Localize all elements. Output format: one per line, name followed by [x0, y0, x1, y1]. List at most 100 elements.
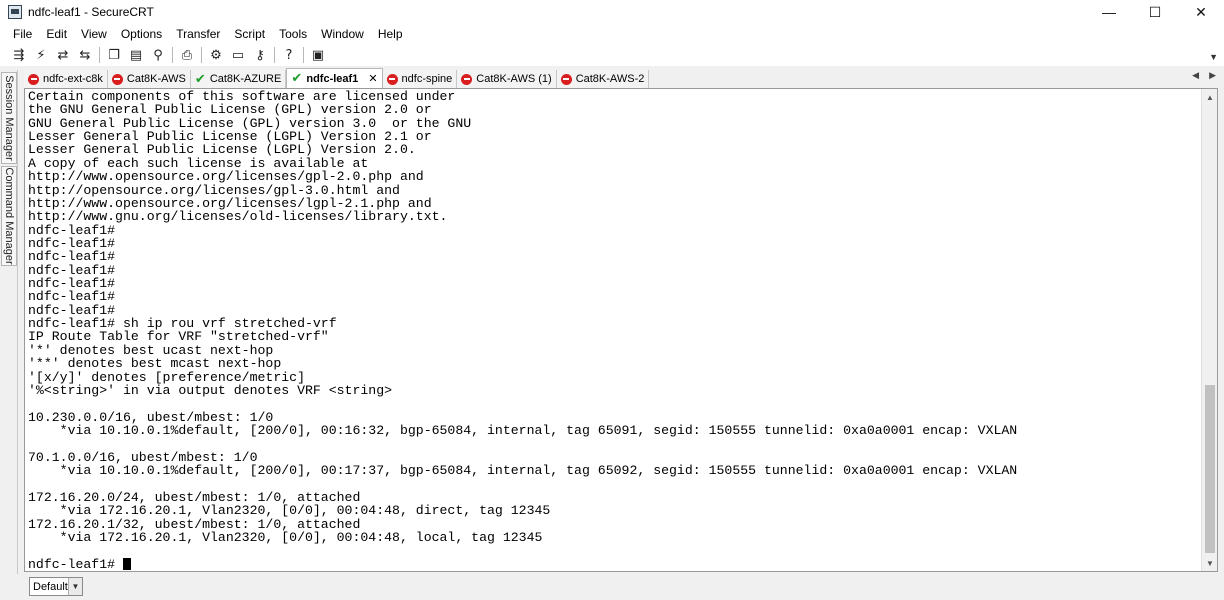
tab-label: Cat8K-AWS	[126, 73, 186, 85]
button-bar-select[interactable]: Default ▼	[29, 577, 83, 596]
window-controls: — ☐ ✕	[1086, 0, 1224, 24]
close-button[interactable]: ✕	[1178, 0, 1224, 24]
disconnected-icon	[461, 73, 473, 85]
menu-view[interactable]: View	[74, 24, 114, 44]
terminal-scrollbar[interactable]: ▲ ▼	[1201, 89, 1217, 571]
command-manager-tab[interactable]: Command Manager	[1, 166, 17, 266]
terminal-line: Lesser General Public License (LGPL) Ver…	[28, 142, 416, 158]
scrollbar-thumb[interactable]	[1205, 385, 1215, 553]
toolbar-separator	[201, 47, 202, 63]
manager-sidebar: Session Manager Command Manager	[0, 70, 18, 578]
minimize-button[interactable]: —	[1086, 0, 1132, 24]
command-manager-label: Command Manager	[3, 167, 15, 265]
settings-icon[interactable]: ⚙	[205, 45, 227, 65]
toolbar-separator	[99, 47, 100, 63]
status-bar: Default ▼	[0, 574, 1224, 600]
terminal-line: '[x/y]' denotes [preference/metric]	[28, 369, 305, 385]
tab-cat8k-aws-2[interactable]: Cat8K-AWS-2	[556, 70, 650, 88]
session-manager-tab[interactable]: Session Manager	[1, 72, 17, 164]
print-icon[interactable]: ⎙	[176, 45, 198, 65]
menu-window[interactable]: Window	[314, 24, 371, 44]
toolbar-separator	[274, 47, 275, 63]
disconnected-icon	[111, 73, 123, 85]
terminal-line: ndfc-leaf1#	[28, 249, 116, 265]
paste-icon[interactable]: ▤	[125, 45, 147, 65]
connect-icon[interactable]: ⇶	[8, 45, 30, 65]
scroll-down-icon[interactable]: ▼	[1202, 555, 1217, 571]
tab-close-icon[interactable]: ✕	[368, 72, 377, 85]
menu-file[interactable]: File	[6, 24, 39, 44]
toolbar-separator	[303, 47, 304, 63]
terminal-line: ndfc-leaf1#	[28, 289, 116, 305]
terminal-line: http://www.opensource.org/licenses/gpl-2…	[28, 169, 424, 185]
terminal-line: *via 10.10.0.1%default, [200/0], 00:17:3…	[28, 463, 1018, 479]
global-options-icon[interactable]: ▭	[227, 45, 249, 65]
scroll-up-icon[interactable]: ▲	[1202, 89, 1217, 105]
terminal-line: Lesser General Public License (LGPL) Ver…	[28, 129, 432, 145]
tab-ndfc-spine[interactable]: ndfc-spine	[382, 70, 458, 88]
terminal-prompt-line: ndfc-leaf1#	[28, 557, 1200, 571]
menu-help[interactable]: Help	[371, 24, 410, 44]
terminal-line: 70.1.0.0/16, ubest/mbest: 1/0	[28, 449, 258, 465]
maximize-button[interactable]: ☐	[1132, 0, 1178, 24]
menu-transfer[interactable]: Transfer	[169, 24, 227, 44]
help-icon[interactable]: ?	[278, 45, 300, 65]
menu-options[interactable]: Options	[114, 24, 169, 44]
disconnected-icon	[386, 73, 398, 85]
disconnect-icon[interactable]: ⇆	[74, 45, 96, 65]
disconnected-icon	[560, 73, 572, 85]
session-manager-label: Session Manager	[3, 75, 15, 161]
connected-check-icon: ✔	[194, 71, 206, 87]
terminal-pane[interactable]: Certain components of this software are …	[24, 88, 1218, 572]
terminal-line: ndfc-leaf1#	[28, 302, 116, 318]
terminal-line: ndfc-leaf1# sh ip rou vrf stretched-vrf	[28, 316, 337, 332]
terminal-line: '*' denotes best ucast next-hop	[28, 342, 274, 358]
title-bar: ndfc-leaf1 - SecureCRT — ☐ ✕	[0, 0, 1224, 24]
button-bar-value: Default	[33, 580, 68, 593]
disconnected-icon	[28, 73, 39, 85]
tab-cat8k-aws-1[interactable]: Cat8K-AWS (1)	[457, 70, 557, 88]
terminal-line: 172.16.20.0/24, ubest/mbest: 1/0, attach…	[28, 489, 361, 505]
menu-tools[interactable]: Tools	[272, 24, 314, 44]
tab-label: ndfc-spine	[401, 73, 453, 85]
tab-scroll-right-icon[interactable]: ▶	[1209, 70, 1216, 81]
terminal-line: IP Route Table for VRF "stretched-vrf"	[28, 329, 329, 345]
terminal-line: 172.16.20.1/32, ubest/mbest: 1/0, attach…	[28, 516, 361, 532]
securecrt-app-icon[interactable]	[8, 5, 22, 19]
toolbar-overflow-icon[interactable]: ▼	[1209, 52, 1218, 62]
menu-script[interactable]: Script	[227, 24, 272, 44]
session-tab-bar: ndfc-ext-c8k Cat8K-AWS ✔ Cat8K-AZURE ✔ n…	[24, 68, 1216, 88]
tab-scroll-left-icon[interactable]: ◀	[1192, 70, 1199, 81]
window-title: ndfc-leaf1 - SecureCRT	[28, 5, 154, 19]
sftp-icon[interactable]: ▣	[307, 45, 329, 65]
terminal-line: A copy of each such license is available…	[28, 155, 369, 171]
copy-icon[interactable]: ❐	[103, 45, 125, 65]
reconnect-icon[interactable]: ⇄	[52, 45, 74, 65]
terminal-line: ndfc-leaf1#	[28, 222, 116, 238]
terminal-line: *via 172.16.20.1, Vlan2320, [0/0], 00:04…	[28, 529, 543, 545]
keymap-icon[interactable]: ⚷	[249, 45, 271, 65]
quick-connect-icon[interactable]: ⚡	[30, 45, 52, 65]
terminal-line: ndfc-leaf1#	[28, 262, 116, 278]
terminal-line: GNU General Public License (GPL) version…	[28, 115, 472, 131]
tab-cat8k-aws[interactable]: Cat8K-AWS	[107, 70, 191, 88]
tab-ndfc-ext-c8k[interactable]: ndfc-ext-c8k	[24, 70, 108, 88]
menu-edit[interactable]: Edit	[39, 24, 74, 44]
tab-label: ndfc-leaf1	[306, 72, 359, 85]
terminal-line: *via 10.10.0.1%default, [200/0], 00:16:3…	[28, 422, 1018, 438]
find-icon[interactable]: ⚲	[147, 45, 169, 65]
terminal-line: ndfc-leaf1#	[28, 276, 116, 292]
terminal-line: ndfc-leaf1#	[28, 235, 116, 251]
tab-ndfc-leaf1[interactable]: ✔ ndfc-leaf1 ✕	[286, 68, 383, 88]
tab-label: Cat8K-AWS-2	[575, 73, 645, 85]
terminal-cursor	[122, 557, 131, 570]
chevron-down-icon[interactable]: ▼	[68, 578, 82, 595]
connected-check-icon: ✔	[291, 71, 303, 86]
terminal-line: http://opensource.org/licenses/gpl-3.0.h…	[28, 182, 400, 198]
toolbar: ⇶ ⚡ ⇄ ⇆ ❐ ▤ ⚲ ⎙ ⚙ ▭ ⚷ ? ▣ ▼	[0, 44, 1224, 66]
tab-cat8k-azure[interactable]: ✔ Cat8K-AZURE	[190, 70, 287, 88]
